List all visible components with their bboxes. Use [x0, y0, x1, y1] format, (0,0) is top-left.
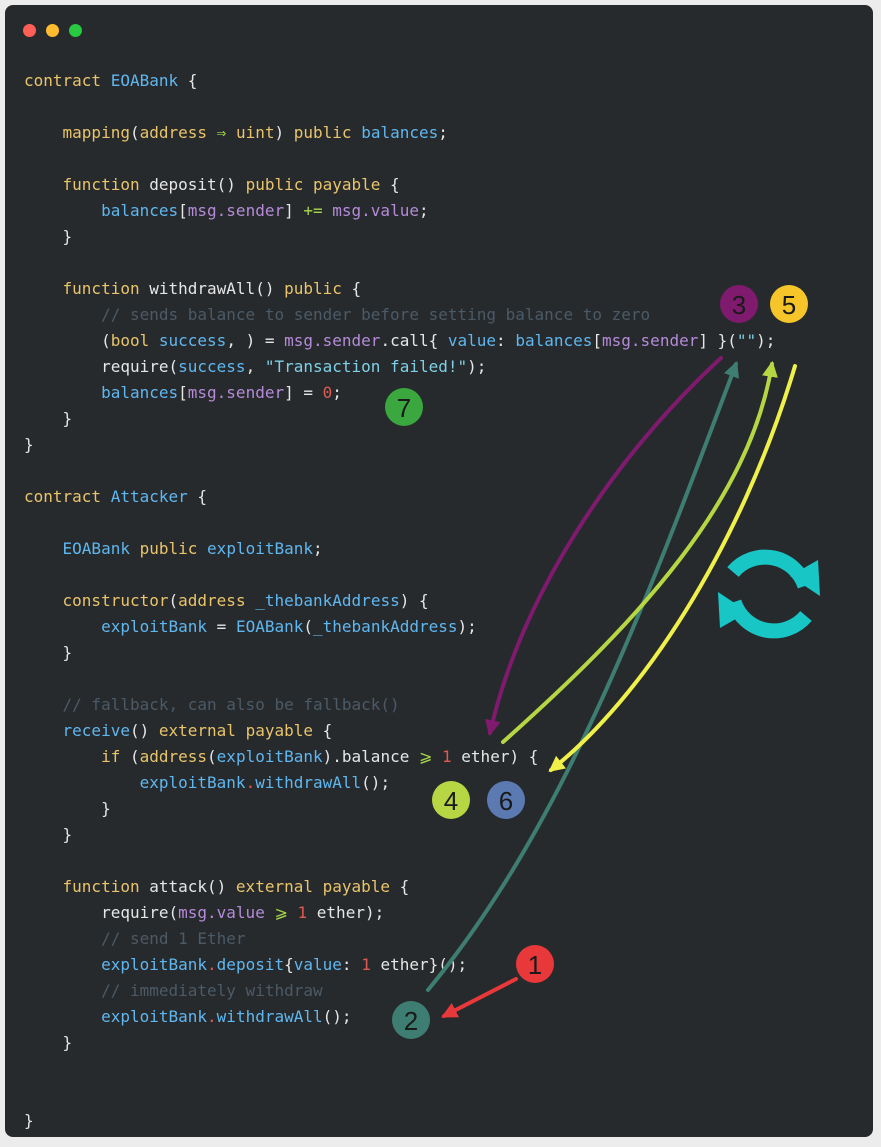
step-badge-3: 3	[720, 285, 758, 323]
annotation-overlay: 1 2 3 4 5 6 7	[385, 285, 820, 1039]
refresh-arc-bottom	[726, 599, 812, 639]
refresh-icon	[718, 549, 820, 639]
step-badge-label: 3	[732, 290, 746, 320]
step-badge-2: 2	[392, 1001, 430, 1039]
step-badge-label: 2	[404, 1006, 418, 1036]
step-badges: 1 2 3 4 5 6 7	[385, 285, 808, 1039]
refresh-arc-top	[727, 549, 813, 589]
step-badge-5: 5	[770, 285, 808, 323]
step-badge-label: 1	[528, 950, 542, 980]
flow-arrow-4-to-5	[501, 360, 778, 744]
step-badge-label: 4	[444, 786, 458, 816]
flow-arrow-3-to-4	[485, 356, 723, 737]
flow-arrows	[426, 356, 797, 1018]
step-badge-label: 6	[499, 786, 513, 816]
flow-arrow-1-to-2	[441, 977, 518, 1018]
flow-arrow-2-to-3	[426, 361, 739, 992]
step-badge-7: 7	[385, 388, 423, 426]
step-badge-4: 4	[432, 781, 470, 819]
step-badge-label: 7	[397, 393, 411, 423]
step-badge-label: 5	[782, 290, 796, 320]
step-badge-6: 6	[487, 781, 525, 819]
step-badge-1: 1	[516, 945, 554, 983]
